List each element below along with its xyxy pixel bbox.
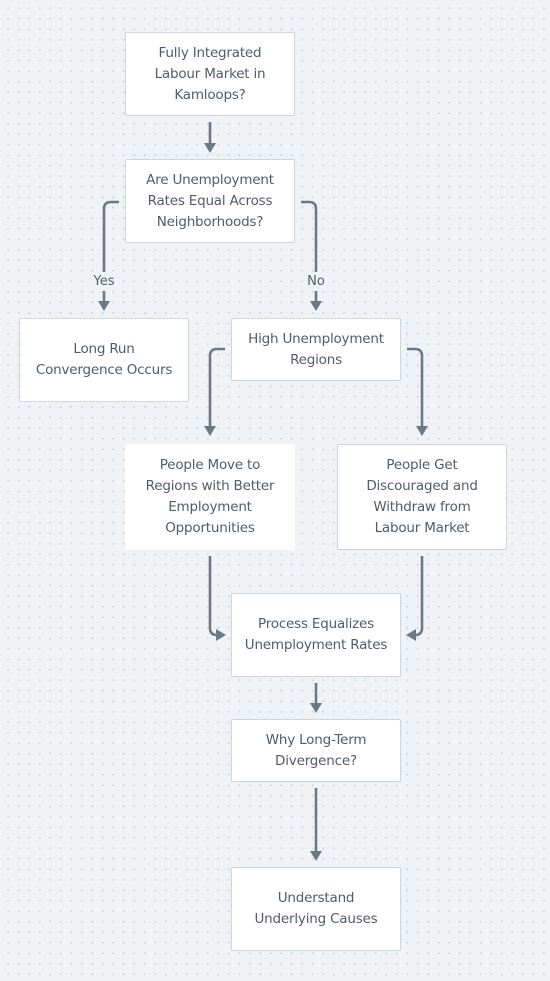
node-process-equalizes[interactable]: Process Equalizes Unemployment Rates: [231, 593, 401, 677]
edge-label-yes: Yes: [91, 274, 117, 290]
edge-n5-n7: [208, 556, 219, 637]
arrowhead-n8-n9: [310, 851, 322, 861]
node-unemployment-rates-equal[interactable]: Are Unemployment Rates Equal Across Neig…: [125, 159, 295, 243]
node-people-move[interactable]: People Move to Regions with Better Emplo…: [125, 444, 295, 550]
arrowhead-n2-n4: [310, 301, 322, 311]
arrowhead-n2-n3: [98, 301, 110, 311]
arrowhead-n1-n2: [204, 143, 216, 153]
edge-n6-n7: [413, 556, 424, 637]
edge-label-no: No: [305, 274, 327, 290]
arrowhead-n4-n5: [204, 426, 216, 436]
node-why-long-term-divergence[interactable]: Why Long-Term Divergence?: [231, 719, 401, 782]
arrowhead-n7-n8: [310, 703, 322, 713]
node-long-run-convergence[interactable]: Long Run Convergence Occurs: [19, 318, 189, 402]
node-people-discouraged[interactable]: People Get Discouraged and Withdraw from…: [337, 444, 507, 550]
edge-n4-n6: [407, 347, 424, 428]
node-fully-integrated-labour-market[interactable]: Fully Integrated Labour Market in Kamloo…: [125, 32, 295, 116]
arrowhead-n6-n7: [406, 629, 416, 641]
edge-n4-n5: [208, 347, 225, 428]
node-high-unemployment-regions[interactable]: High Unemployment Regions: [231, 318, 401, 381]
arrowhead-n4-n6: [416, 426, 428, 436]
arrowhead-n5-n7: [216, 629, 226, 641]
node-understand-underlying-causes[interactable]: Understand Underlying Causes: [231, 867, 401, 951]
